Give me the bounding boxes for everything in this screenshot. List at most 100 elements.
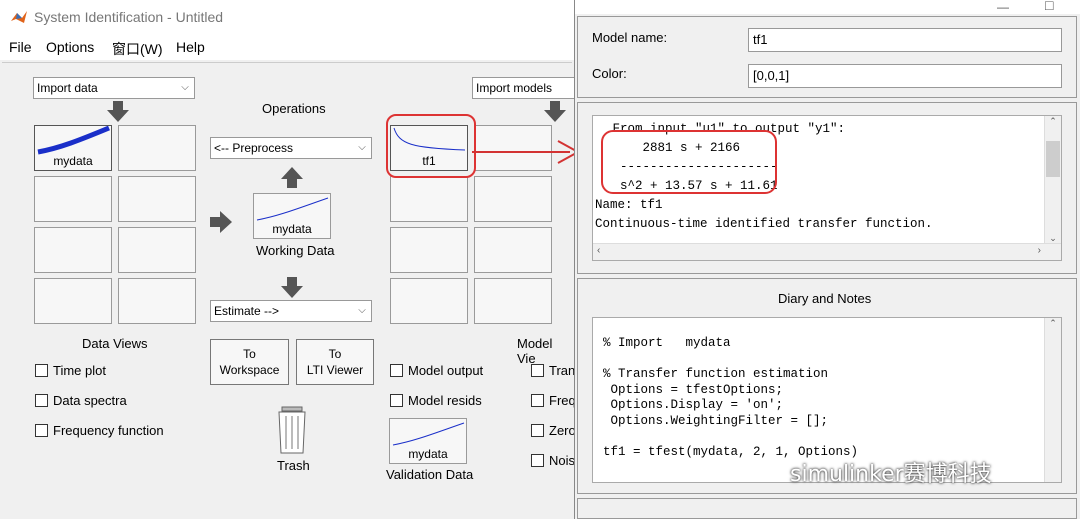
scroll-thumb[interactable] bbox=[1046, 141, 1060, 177]
dialog-bottom-panel bbox=[577, 498, 1077, 519]
preprocess-label: <-- Preprocess bbox=[214, 141, 294, 155]
model-slot-empty[interactable] bbox=[474, 278, 552, 324]
to-workspace-label-line2: Workspace bbox=[219, 363, 280, 377]
noise-spectrum-label: Nois bbox=[549, 453, 576, 468]
model-slot-empty[interactable] bbox=[474, 227, 552, 273]
model-output-checkbox[interactable] bbox=[390, 364, 403, 377]
watermark-text: simulinker赛博科技 bbox=[790, 462, 992, 487]
model-name-field[interactable]: tf1 bbox=[748, 28, 1062, 52]
transient-response-label: Tran bbox=[549, 363, 576, 378]
model-name-label: Model name: bbox=[592, 30, 668, 45]
diary-line: Options.Display = 'on'; bbox=[603, 398, 784, 412]
main-content: Import data ⌵ mydata Data Views Time plo… bbox=[2, 62, 582, 517]
arrow-down-icon bbox=[107, 101, 129, 122]
arrow-down-icon bbox=[281, 277, 303, 298]
chevron-down-icon: ⌵ bbox=[358, 142, 366, 153]
trash-icon[interactable] bbox=[276, 406, 308, 454]
preprocess-dropdown[interactable]: <-- Preprocess ⌵ bbox=[210, 137, 372, 159]
data-slot-label: mydata bbox=[53, 154, 93, 168]
data-slot-empty[interactable] bbox=[34, 278, 112, 324]
diary-line: % Import mydata bbox=[603, 336, 731, 350]
data-slot-empty[interactable] bbox=[118, 176, 196, 222]
minimize-icon[interactable]: — bbox=[997, 0, 1009, 14]
window-title: System Identification - Untitled bbox=[34, 9, 224, 25]
scroll-up-icon[interactable]: ⌃ bbox=[1045, 318, 1061, 329]
estimate-dropdown[interactable]: Estimate --> ⌵ bbox=[210, 300, 372, 322]
annotation-highlight-transfer-function bbox=[601, 130, 777, 194]
annotation-arrow-icon bbox=[472, 140, 581, 164]
title-bar: System Identification - Untitled bbox=[0, 0, 574, 34]
model-output-label: Model output bbox=[408, 363, 484, 378]
scroll-up-icon[interactable]: ⌃ bbox=[1045, 116, 1061, 127]
time-plot-label: Time plot bbox=[53, 363, 106, 378]
menu-options[interactable]: Options bbox=[46, 39, 94, 55]
import-data-dropdown[interactable]: Import data ⌵ bbox=[33, 77, 195, 99]
validation-data-slot-label: mydata bbox=[408, 447, 448, 461]
arrow-down-icon bbox=[544, 101, 566, 122]
data-slot-empty[interactable] bbox=[34, 227, 112, 273]
menu-bar: File Options 窗口(W) Help bbox=[0, 34, 574, 60]
menu-window[interactable]: 窗口(W) bbox=[112, 39, 163, 59]
data-slot-mydata[interactable]: mydata bbox=[34, 125, 112, 171]
model-slot-empty[interactable] bbox=[390, 227, 468, 273]
diary-title: Diary and Notes bbox=[778, 291, 872, 306]
data-spectra-checkbox[interactable] bbox=[35, 394, 48, 407]
frequency-function-checkbox[interactable] bbox=[35, 424, 48, 437]
import-data-label: Import data bbox=[37, 81, 98, 95]
diary-vertical-scrollbar[interactable]: ⌃ bbox=[1044, 318, 1061, 482]
scroll-left-icon[interactable]: ‹ bbox=[597, 245, 600, 256]
chevron-down-icon: ⌵ bbox=[358, 305, 366, 316]
import-models-label: Import models bbox=[476, 81, 553, 95]
maximize-icon[interactable]: □ bbox=[1045, 0, 1053, 13]
to-lti-viewer-button[interactable]: To LTI Viewer bbox=[296, 339, 374, 385]
info-line: Continuous-time identified transfer func… bbox=[595, 217, 933, 231]
transient-response-checkbox[interactable] bbox=[531, 364, 544, 377]
diary-line: Options = tfestOptions; bbox=[603, 382, 784, 397]
matlab-logo-icon bbox=[11, 11, 27, 23]
to-lti-label-line2: LTI Viewer bbox=[306, 363, 364, 377]
diary-line: Options.WeightingFilter = []; bbox=[603, 413, 829, 428]
model-properties-panel: Model name: tf1 Color: [0,0,1] bbox=[577, 16, 1077, 98]
scroll-right-icon[interactable]: › bbox=[1038, 245, 1041, 256]
diary-line: % Transfer function estimation bbox=[603, 367, 829, 381]
validation-data-plot-thumbnail bbox=[392, 422, 465, 446]
working-data-slot-label: mydata bbox=[272, 222, 312, 236]
data-slot-empty[interactable] bbox=[118, 125, 196, 171]
chevron-down-icon: ⌵ bbox=[181, 82, 189, 93]
info-horizontal-scrollbar[interactable]: ‹ › bbox=[593, 243, 1061, 260]
menu-help[interactable]: Help bbox=[176, 39, 205, 55]
noise-spectrum-checkbox[interactable] bbox=[531, 454, 544, 467]
model-slot-empty[interactable] bbox=[474, 176, 552, 222]
data-slot-empty[interactable] bbox=[34, 176, 112, 222]
to-workspace-label-line1: To bbox=[243, 347, 256, 361]
frequency-response-checkbox[interactable] bbox=[531, 394, 544, 407]
operations-heading: Operations bbox=[262, 101, 326, 116]
color-label: Color: bbox=[592, 66, 627, 81]
to-lti-label-line1: To bbox=[328, 347, 342, 361]
data-plot-thumbnail bbox=[37, 126, 110, 155]
validation-data-slot[interactable]: mydata bbox=[389, 418, 467, 464]
to-workspace-button[interactable]: To Workspace bbox=[210, 339, 289, 385]
model-resids-checkbox[interactable] bbox=[390, 394, 403, 407]
data-model-info-window: — □ Model name: tf1 Color: [0,0,1] From … bbox=[574, 0, 1080, 519]
validation-data-label: Validation Data bbox=[386, 467, 474, 482]
data-slot-empty[interactable] bbox=[118, 227, 196, 273]
trash-label: Trash bbox=[277, 458, 310, 473]
import-models-dropdown[interactable]: Import models bbox=[472, 77, 582, 99]
color-field[interactable]: [0,0,1] bbox=[748, 64, 1062, 88]
zeros-poles-checkbox[interactable] bbox=[531, 424, 544, 437]
model-slot-empty[interactable] bbox=[390, 278, 468, 324]
working-data-plot-thumbnail bbox=[256, 197, 329, 221]
frequency-response-label: Freq bbox=[549, 393, 576, 408]
model-slot-empty[interactable] bbox=[390, 176, 468, 222]
menu-file[interactable]: File bbox=[9, 39, 32, 55]
zeros-poles-label: Zero bbox=[549, 423, 576, 438]
data-spectra-label: Data spectra bbox=[53, 393, 127, 408]
arrow-up-icon bbox=[281, 167, 303, 188]
info-vertical-scrollbar[interactable]: ⌃ ⌄ bbox=[1044, 116, 1061, 244]
working-data-slot[interactable]: mydata bbox=[253, 193, 331, 239]
data-slot-empty[interactable] bbox=[118, 278, 196, 324]
time-plot-checkbox[interactable] bbox=[35, 364, 48, 377]
model-views-heading: Model Vie bbox=[517, 336, 553, 366]
estimate-label: Estimate --> bbox=[214, 304, 280, 318]
